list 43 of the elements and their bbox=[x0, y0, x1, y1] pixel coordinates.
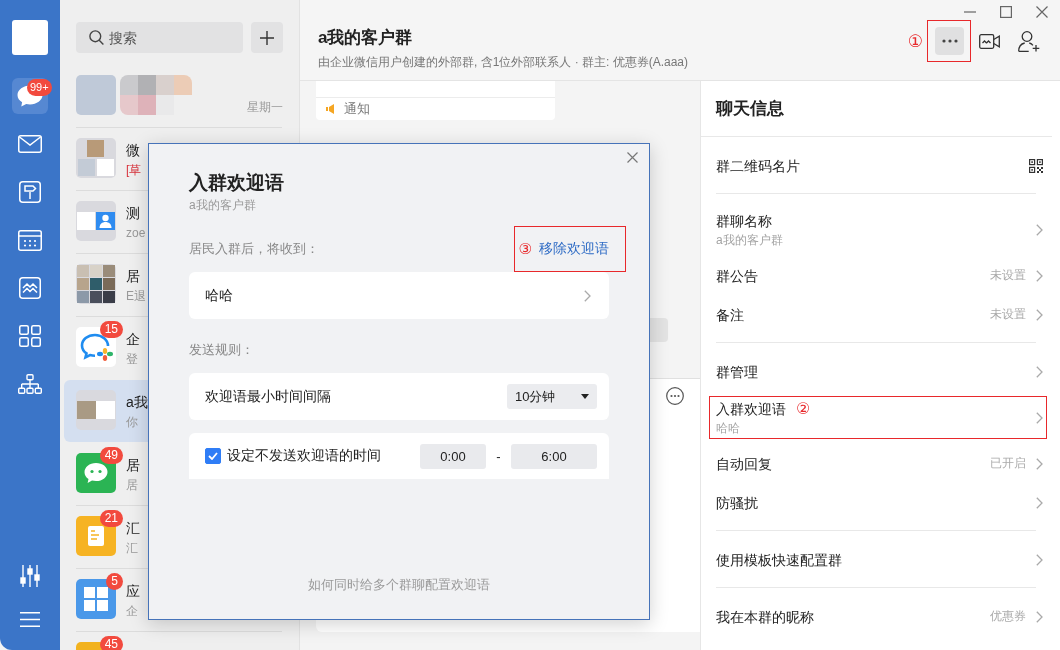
annotation-number: ② bbox=[796, 398, 811, 419]
chat-name: 微 bbox=[126, 141, 140, 160]
message-preview: 登 bbox=[126, 351, 138, 368]
setting-value: 未设置 bbox=[990, 267, 1026, 284]
chat-name: 汇 bbox=[126, 519, 140, 538]
message-preview: 居 bbox=[126, 477, 138, 494]
unread-badge: 45 bbox=[99, 636, 123, 650]
message-preview: 汇 bbox=[126, 540, 138, 557]
annotation-number: ① bbox=[907, 30, 923, 52]
chat-name: 居 bbox=[126, 456, 140, 475]
chat-name: a我 bbox=[126, 393, 148, 412]
chat-subtitle: 由企业微信用户创建的外部群, 含1位外部联系人 · 群主: 优惠券(A.aaa) bbox=[318, 54, 690, 71]
annotation-number: ③ bbox=[518, 240, 532, 258]
section-label: 发送规则： bbox=[189, 341, 254, 359]
setting-label: 欢迎语最小时间间隔 bbox=[205, 387, 331, 406]
setting-value: 已开启 bbox=[990, 455, 1026, 472]
section-label: 居民入群后，将收到： bbox=[189, 240, 319, 258]
draft-tag: [草 bbox=[126, 161, 142, 179]
message-text: 哈哈 bbox=[205, 286, 233, 305]
message-preview: E退 bbox=[126, 288, 146, 305]
dialog-title: 入群欢迎语 bbox=[189, 171, 284, 195]
setting-value: 哈哈 bbox=[716, 419, 740, 437]
message-time: 星期一 bbox=[247, 99, 283, 116]
setting-value: 未设置 bbox=[990, 306, 1026, 323]
unread-badge: 99+ bbox=[27, 79, 52, 96]
unread-badge: 21 bbox=[99, 510, 123, 527]
unread-badge: 49 bbox=[99, 447, 123, 464]
panel-title: 聊天信息 bbox=[701, 81, 1052, 137]
unread-badge: 15 bbox=[99, 321, 123, 338]
setting-label: 设定不发送欢迎语的时间 bbox=[227, 447, 381, 465]
chat-name: 居 bbox=[126, 267, 140, 286]
unread-badge: 5 bbox=[106, 573, 123, 590]
time-separator: - bbox=[495, 448, 502, 464]
setting-value: 优惠券 bbox=[990, 608, 1026, 625]
setting-value: a我的客户群 bbox=[716, 231, 783, 249]
chat-name: 测 bbox=[126, 204, 140, 223]
message-preview: zoe bbox=[126, 225, 146, 242]
chat-title: a我的客户群 bbox=[318, 27, 414, 49]
message-preview: 企 bbox=[126, 603, 138, 620]
chat-name: 企 bbox=[126, 330, 140, 349]
chat-name: 应 bbox=[126, 582, 140, 601]
dialog-subtitle: a我的客户群 bbox=[189, 197, 256, 214]
message-preview: 你 bbox=[126, 414, 138, 431]
